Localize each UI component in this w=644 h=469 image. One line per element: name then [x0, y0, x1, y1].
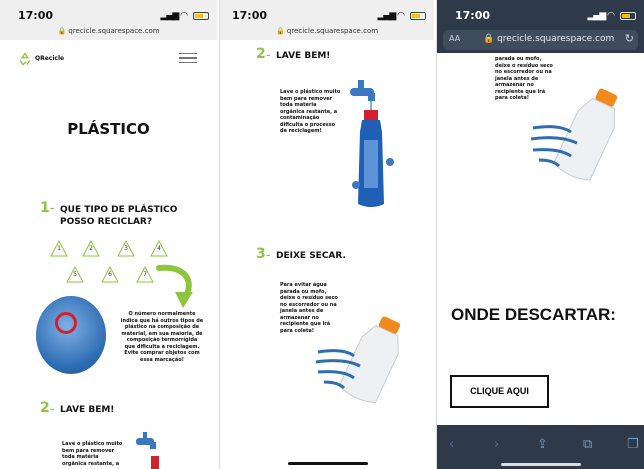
screen-3: 17:00 ▂▄▆ ◠ AA 🔒 qrecicle.squarespace.co…	[436, 0, 644, 469]
tabs-icon[interactable]: ❐	[627, 437, 639, 452]
address-bar[interactable]: AA 🔒 qrecicle.squarespace.com ↻	[443, 30, 638, 50]
bottle-bottom-image	[36, 296, 106, 374]
resin-code-2-icon: 2	[82, 239, 100, 258]
back-arrow-icon[interactable]: ‹	[449, 437, 454, 452]
page-title: PLÁSTICO	[67, 120, 150, 138]
onde-descartar-heading: ONDE DESCARTAR:	[451, 305, 616, 324]
step-2-number: 2	[256, 46, 266, 62]
step-1-title-line1: QUE TIPO DE PLÁSTICO	[60, 205, 178, 215]
drying-bottle-image	[315, 316, 401, 404]
logo-text[interactable]: QRecicle	[35, 55, 64, 62]
status-bar: 17:00 ▂▄▆ ◠ 🔒 qrecicle.squarespace.com	[220, 0, 434, 40]
drying-bottle-image	[531, 88, 618, 181]
step-1-description: O número normalmente indica que há outro…	[120, 311, 204, 363]
status-time: 17:00	[455, 9, 491, 22]
signal-wifi-icon: ▂▄▆ ◠	[377, 11, 406, 21]
highlight-circle	[55, 312, 77, 334]
curved-arrow-icon	[156, 264, 193, 308]
status-time: 17:00	[232, 9, 268, 22]
share-icon[interactable]: ⇪	[537, 437, 548, 452]
signal-wifi-icon: ▂▄▆ ◠	[160, 11, 189, 21]
screen-2: 17:00 ▂▄▆ ◠ 🔒 qrecicle.squarespace.com 2…	[219, 0, 434, 469]
battery-icon	[193, 12, 209, 20]
signal-wifi-icon: ▂▄▆ ◠	[587, 11, 616, 21]
browser-toolbar: ‹ › ⇪ ⧉ ❐	[437, 425, 644, 469]
faucet-icon	[136, 432, 159, 469]
resin-code-7-icon: 7	[136, 265, 154, 284]
step-1-number: 1	[40, 200, 50, 216]
battery-icon	[410, 12, 426, 20]
status-bar: 17:00 ▂▄▆ ◠ 🔒 qrecicle.squarespace.com	[0, 0, 217, 40]
resin-code-1-icon: 1	[50, 239, 68, 258]
address-text[interactable]: 🔒 qrecicle.squarespace.com	[483, 34, 614, 44]
home-indicator[interactable]	[288, 462, 368, 465]
recycle-icon[interactable]	[18, 52, 32, 66]
status-time: 17:00	[18, 9, 54, 22]
clique-aqui-button[interactable]: CLIQUE AQUI	[450, 375, 549, 408]
resin-code-6-icon: 6	[101, 265, 119, 284]
resin-code-3-icon: 3	[117, 239, 135, 258]
forward-arrow-icon[interactable]: ›	[494, 437, 499, 452]
url-label[interactable]: 🔒 qrecicle.squarespace.com	[220, 27, 434, 35]
resin-code-5-icon: 5	[66, 265, 84, 284]
battery-icon	[620, 12, 636, 20]
step-1-title-line2: POSSO RECICLAR?	[60, 217, 153, 227]
book-icon[interactable]: ⧉	[583, 437, 592, 452]
resin-code-4-icon: 4	[150, 239, 168, 258]
faucet-bottle-image	[350, 80, 394, 207]
status-bar: 17:00 ▂▄▆ ◠ AA 🔒 qrecicle.squarespace.co…	[437, 0, 644, 53]
home-indicator[interactable]	[501, 463, 581, 466]
url-text: qrecicle.squarespace.com	[68, 27, 160, 35]
screen-1: 17:00 ▂▄▆ ◠ 🔒 qrecicle.squarespace.com Q…	[0, 0, 217, 469]
step-2-title: LAVE BEM!	[276, 51, 331, 61]
step-2-description: Lave o plástico muito bem para remover t…	[280, 89, 341, 134]
url-text: qrecicle.squarespace.com	[286, 27, 379, 35]
reload-icon[interactable]: ↻	[625, 32, 634, 45]
step-2-description-partial: Lave o plástico muito bem para remover t…	[62, 441, 123, 467]
step-3-title: DEIXE SECAR.	[276, 251, 346, 261]
step-3-number: 3	[256, 246, 266, 262]
reader-aa-button[interactable]: AA	[449, 34, 460, 43]
url-label[interactable]: 🔒 qrecicle.squarespace.com	[0, 27, 217, 35]
hamburger-menu-icon[interactable]	[179, 53, 197, 63]
